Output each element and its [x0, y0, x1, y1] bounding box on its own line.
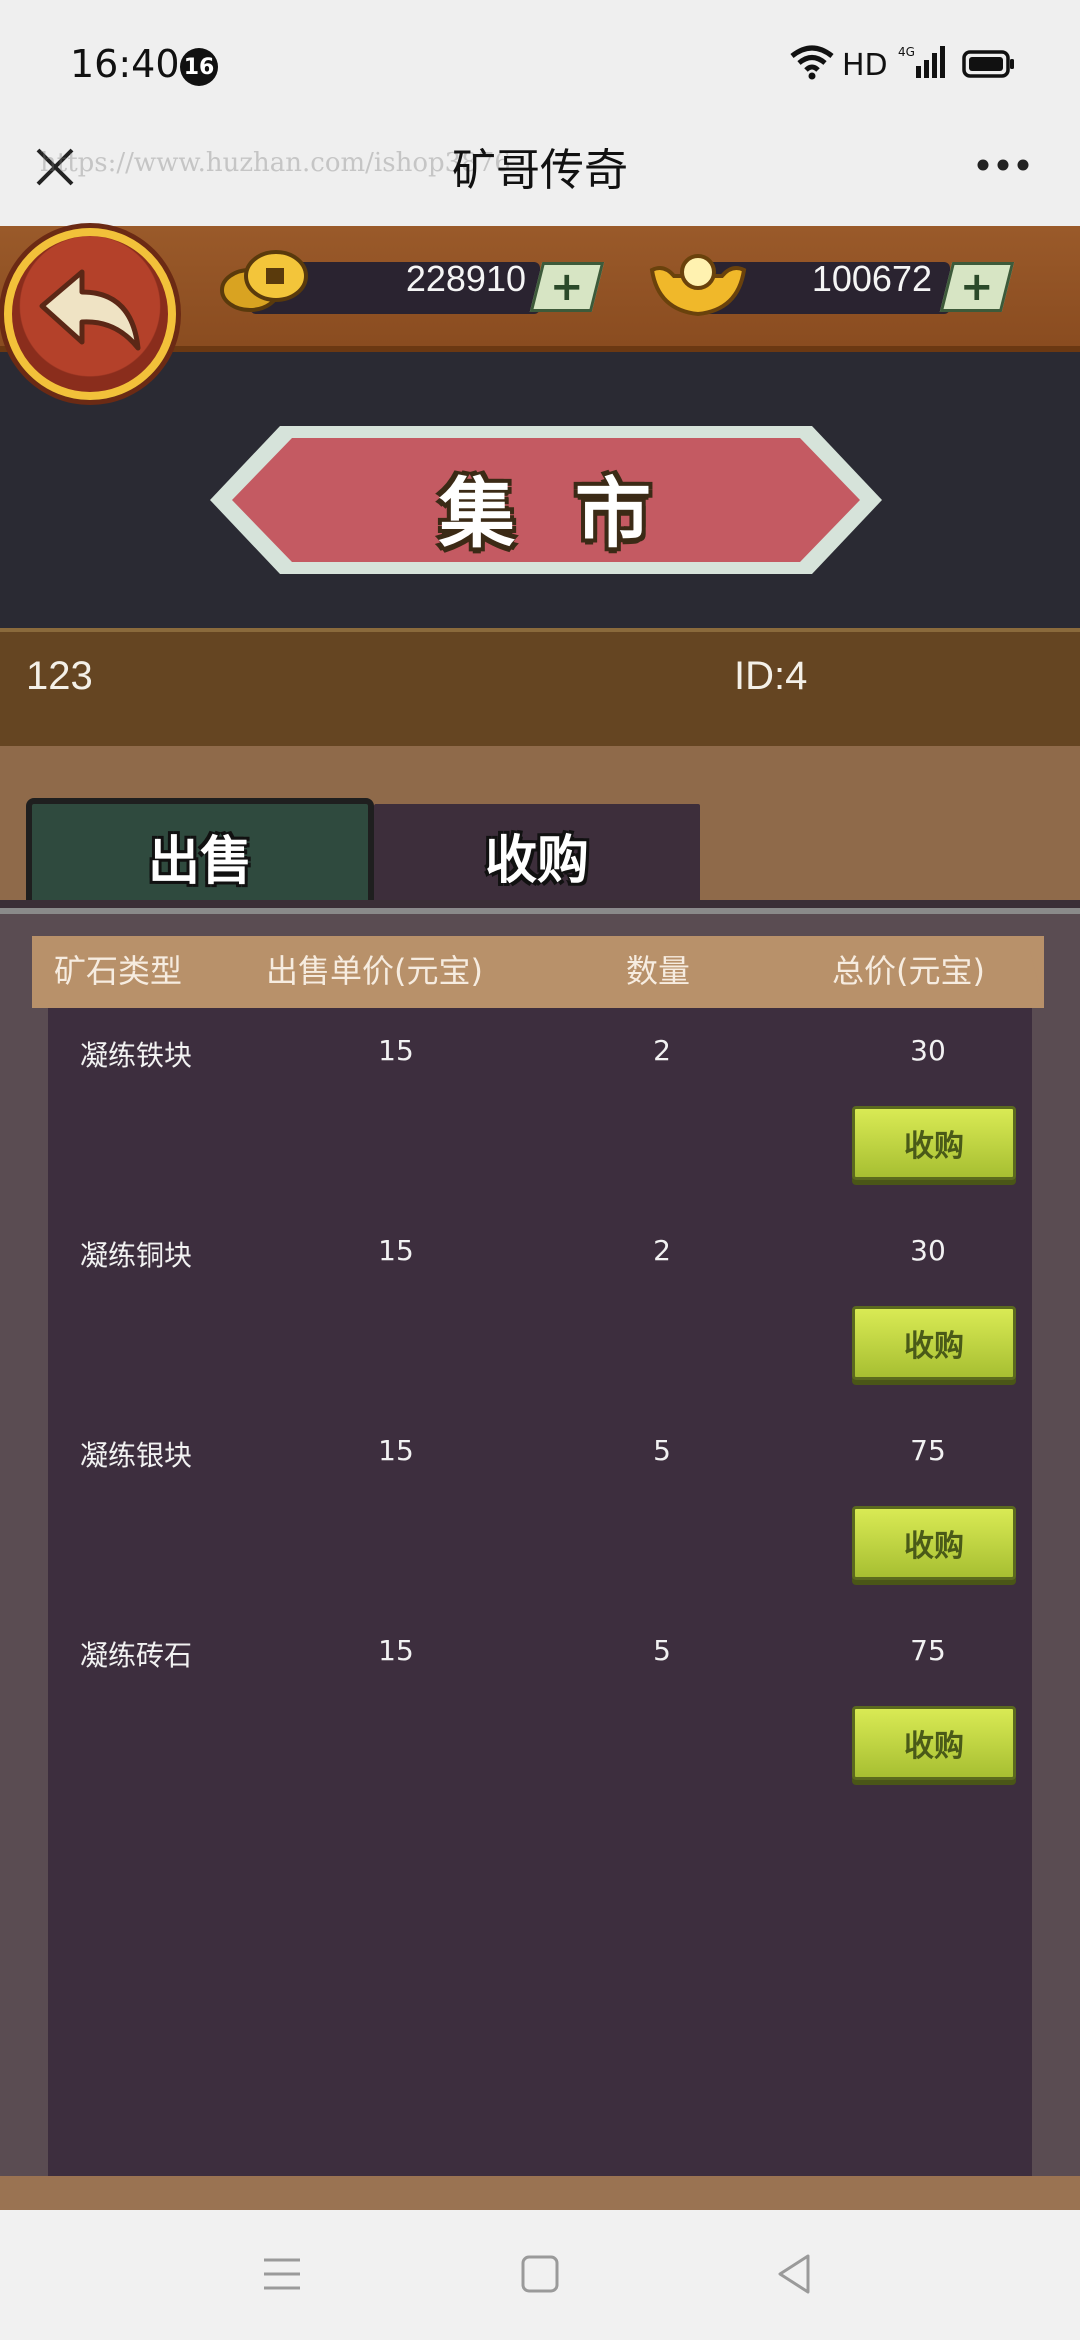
battery-icon	[962, 50, 1014, 78]
player-id: ID:4	[734, 654, 808, 698]
row-qty: 2	[653, 1034, 671, 1067]
tab-buy[interactable]: 收购	[374, 804, 700, 906]
home-icon[interactable]	[520, 2254, 560, 2294]
column-header-qty: 数量	[626, 952, 691, 990]
banner-title: 集市	[439, 469, 711, 558]
row-total: 30	[910, 1034, 946, 1067]
tab-sell-label: 出售	[147, 831, 252, 892]
status-time: 16:40	[70, 42, 180, 86]
back-button[interactable]	[4, 228, 176, 400]
buy-button[interactable]: 收购	[852, 1706, 1016, 1780]
buy-button[interactable]: 收购	[852, 1306, 1016, 1380]
player-info-strip	[0, 628, 1080, 750]
row-total: 75	[910, 1634, 946, 1667]
player-name: 123	[26, 654, 93, 698]
add-coins-button[interactable]: +	[529, 262, 605, 312]
row-price: 15	[378, 1434, 414, 1467]
coin-value: 228910	[405, 258, 526, 299]
svg-text:4G: 4G	[898, 45, 915, 59]
tab-buy-label: 收购	[484, 830, 589, 891]
wifi-icon	[790, 45, 834, 80]
back-arrow-icon	[39, 269, 141, 351]
row-qty: 2	[653, 1234, 671, 1267]
row-type: 凝练砖石	[80, 1639, 193, 1672]
menu-icon[interactable]	[262, 2256, 302, 2292]
notification-badge: 16	[180, 48, 218, 86]
buy-button[interactable]: 收购	[852, 1106, 1016, 1180]
network-label: HD	[842, 48, 888, 83]
column-header-type: 矿石类型	[54, 952, 183, 990]
tab-sell[interactable]: 出售	[26, 798, 374, 908]
row-total: 30	[910, 1234, 946, 1267]
buy-button[interactable]: 收购	[852, 1506, 1016, 1580]
back-nav-icon[interactable]	[774, 2252, 814, 2296]
row-price: 15	[378, 1634, 414, 1667]
plus-icon: +	[960, 264, 994, 310]
coin-icon	[220, 250, 308, 312]
page-title: 矿哥传奇	[452, 145, 628, 196]
column-header-total: 总价(元宝)	[832, 952, 985, 990]
row-total: 75	[910, 1434, 946, 1467]
row-qty: 5	[653, 1434, 671, 1467]
row-type: 凝练铜块	[80, 1239, 193, 1272]
row-type: 凝练铁块	[80, 1039, 193, 1072]
plus-icon: +	[550, 264, 584, 310]
more-icon[interactable]	[976, 158, 1030, 172]
column-header-price: 出售单价(元宝)	[266, 952, 483, 990]
row-type: 凝练银块	[80, 1439, 193, 1472]
add-ingots-button[interactable]: +	[939, 262, 1015, 312]
row-qty: 5	[653, 1634, 671, 1667]
row-price: 15	[378, 1034, 414, 1067]
signal-icon: 4G	[898, 45, 945, 78]
ingot-value: 100672	[811, 258, 932, 299]
gold-ingot-icon	[649, 254, 747, 317]
row-price: 15	[378, 1234, 414, 1267]
panel-bottom-border	[0, 2176, 1080, 2210]
